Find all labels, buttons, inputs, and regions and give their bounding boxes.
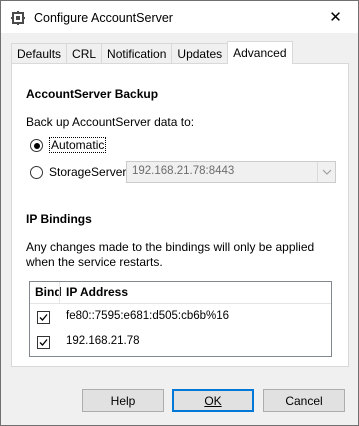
bindings-heading: IP Bindings [26,212,92,226]
configure-dialog: Configure AccountServer ✕ Defaults CRL N… [0,0,359,426]
window-title: Configure AccountServer [34,11,173,25]
check-icon [39,314,48,321]
bind-checkbox[interactable] [37,311,50,324]
close-icon: ✕ [329,9,342,26]
ip-address-cell: fe80::7595:e681:d505:cb6b%16 [66,310,230,322]
combo-dropdown-button[interactable] [317,162,335,182]
radio-automatic[interactable] [30,139,43,152]
column-header-ip-address[interactable]: IP Address [66,285,128,299]
bindings-note: Any changes made to the bindings will on… [26,240,315,269]
radio-automatic-label[interactable]: Automatic [49,137,107,153]
chevron-down-icon [322,169,331,175]
column-separator [59,282,60,304]
tab-strip: Defaults CRL Notification Updates Advanc… [11,41,293,64]
radio-storage-server[interactable] [30,166,43,179]
table-header: Bind IP Address [30,282,331,304]
backup-heading: AccountServer Backup [26,87,159,101]
help-button[interactable]: Help [82,389,164,412]
ok-button[interactable]: OK [172,389,254,412]
tab-defaults[interactable]: Defaults [11,43,68,64]
tab-updates[interactable]: Updates [171,43,229,64]
tab-notification[interactable]: Notification [101,43,173,64]
app-icon [11,11,25,25]
advanced-tab-panel: AccountServer Backup Back up AccountServ… [11,63,349,367]
ip-address-cell: 192.168.21.78 [66,335,140,347]
cancel-button[interactable]: Cancel [263,389,345,412]
title-bar: Configure AccountServer ✕ [1,1,358,33]
storage-server-select[interactable]: 192.168.21.78:8443 [126,161,336,183]
bind-checkbox[interactable] [37,336,50,349]
close-button[interactable]: ✕ [313,1,358,33]
cancel-button-label: Cancel [285,393,323,408]
backup-prompt: Back up AccountServer data to: [26,115,195,129]
table-row[interactable]: fe80::7595:e681:d505:cb6b%16 [30,305,331,330]
ok-button-label: OK [204,393,222,408]
check-icon [39,339,48,346]
storage-server-value: 192.168.21.78:8443 [132,165,235,177]
table-row[interactable]: 192.168.21.78 [30,330,331,355]
column-header-bind[interactable]: Bind [35,285,62,299]
bindings-table: Bind IP Address fe80::7595:e681:d505:cb6… [29,281,332,357]
tab-advanced[interactable]: Advanced [227,41,293,64]
tab-crl[interactable]: CRL [66,43,103,64]
help-button-label: Help [110,393,136,408]
radio-storage-server-label[interactable]: StorageServer: [49,165,130,179]
